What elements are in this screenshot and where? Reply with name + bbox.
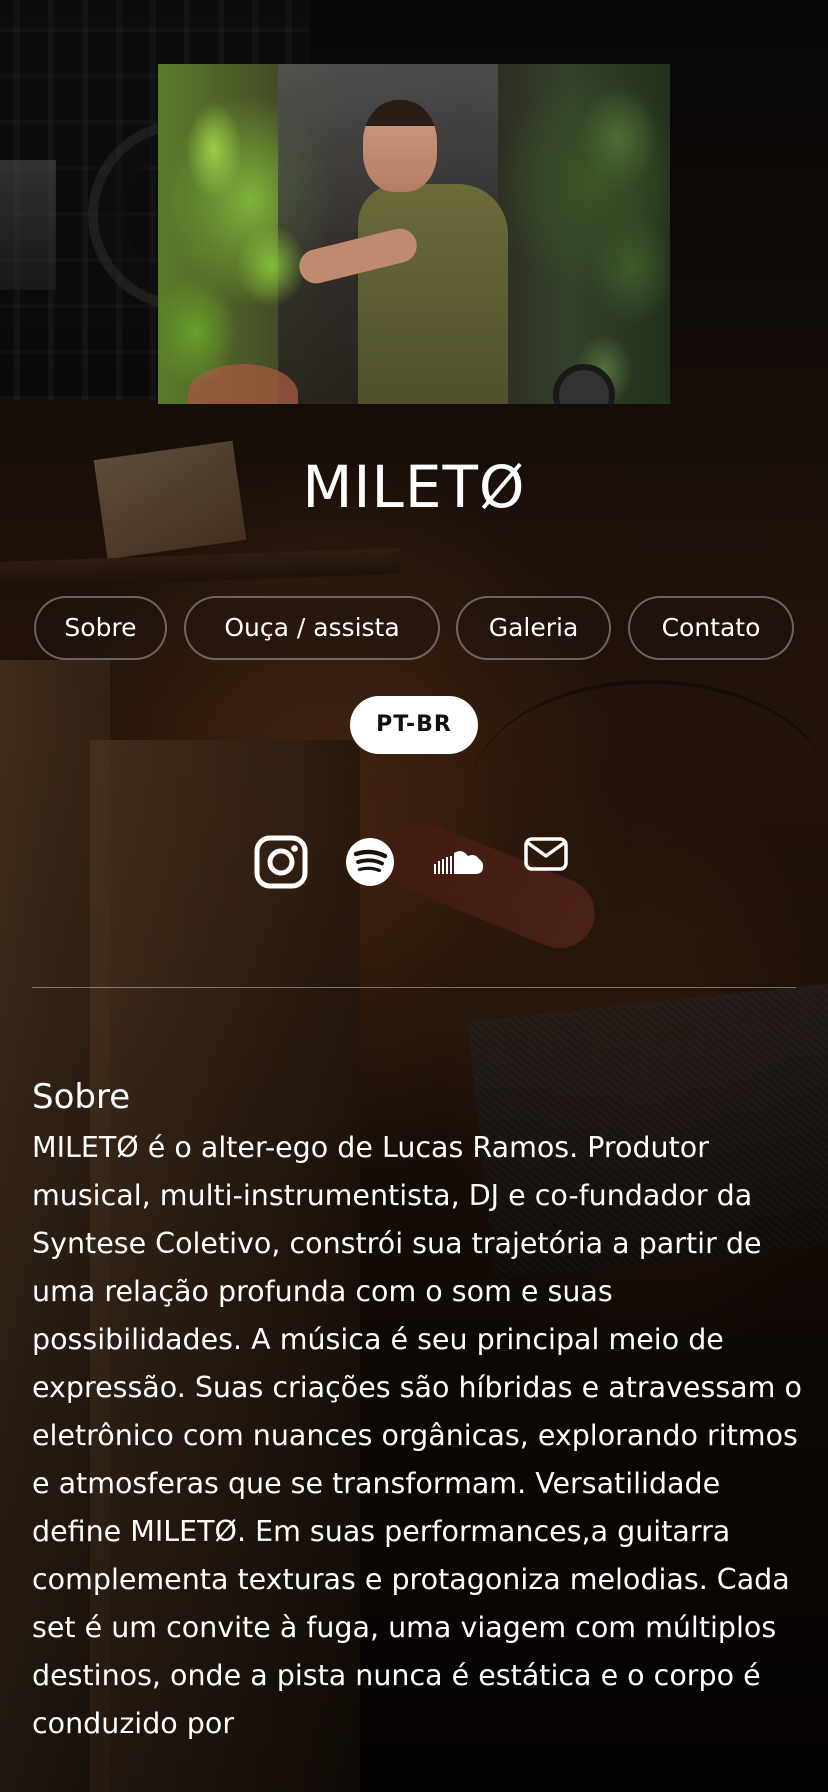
email-icon[interactable] (516, 824, 576, 884)
nav-ouca-assista-button[interactable]: Ouça / assista (184, 596, 440, 660)
nav-contato-button[interactable]: Contato (628, 596, 794, 660)
email-icon-graphic (524, 837, 568, 871)
nav-sobre-button[interactable]: Sobre (34, 596, 167, 660)
about-text: MILETØ é o alter-ego de Lucas Ramos. Pro… (32, 1131, 802, 1740)
artist-photo (158, 64, 670, 404)
photo-head (363, 100, 437, 192)
about-title: Sobre (32, 1077, 131, 1117)
page-content: MILETØ Sobre Ouça / assista Galeria Cont… (0, 0, 828, 1792)
main-nav: Sobre Ouça / assista Galeria Contato (0, 596, 828, 664)
spotify-icon-graphic (346, 838, 394, 886)
instagram-icon[interactable] (251, 832, 311, 892)
instagram-icon-graphic (254, 835, 308, 889)
soundcloud-icon-graphic (434, 851, 484, 874)
photo-plant-right (548, 64, 670, 404)
site-title: MILETØ (302, 453, 526, 521)
nav-galeria-button[interactable]: Galeria (456, 596, 611, 660)
social-links (0, 832, 828, 892)
section-divider (32, 987, 796, 988)
photo-plant-left (158, 84, 328, 404)
language-button[interactable]: PT-BR (350, 696, 478, 754)
about-section: Sobre MILETØ é o alter-ego de Lucas Ramo… (32, 1070, 802, 1748)
spotify-icon[interactable] (340, 832, 400, 892)
soundcloud-icon[interactable] (428, 832, 488, 892)
photo-shirt (358, 184, 508, 404)
